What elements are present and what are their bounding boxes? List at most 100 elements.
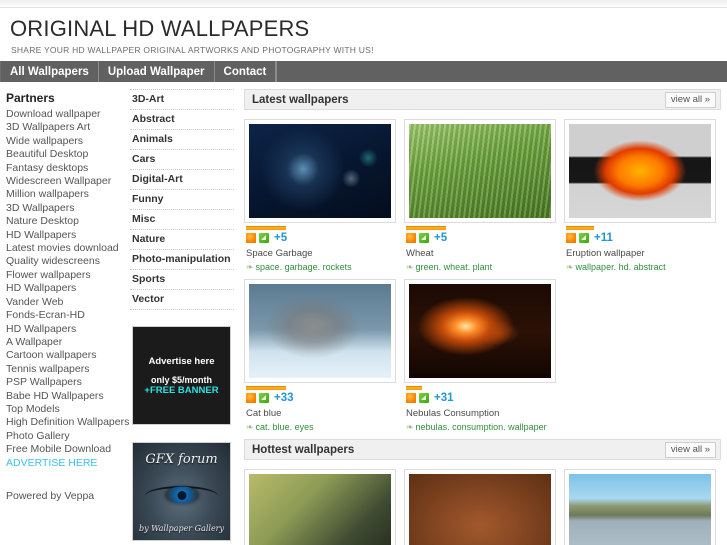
- partner-link[interactable]: Fonds-Ecran-HD: [6, 309, 122, 322]
- download-icon[interactable]: [419, 393, 429, 403]
- category-item-3d-art[interactable]: 3D-Art: [130, 89, 234, 110]
- partner-link[interactable]: HD Wallpapers: [6, 282, 122, 295]
- wallpaper-thumbnail[interactable]: [244, 279, 396, 383]
- partner-link[interactable]: Million wallpapers: [6, 188, 122, 201]
- partner-link[interactable]: Quality widescreens: [6, 255, 122, 268]
- partner-link[interactable]: 3D Wallpapers: [6, 202, 122, 215]
- download-icon[interactable]: [579, 233, 589, 243]
- thumbnail-image: [409, 284, 551, 378]
- wallpaper-thumbnail[interactable]: [244, 469, 396, 545]
- nav-spacer: [276, 61, 727, 82]
- vote-count[interactable]: +5: [434, 232, 447, 244]
- vote-count[interactable]: +33: [274, 392, 294, 404]
- favorite-icon[interactable]: [246, 393, 256, 403]
- nav-item-contact[interactable]: Contact: [215, 61, 277, 82]
- category-item-abstract[interactable]: Abstract: [130, 110, 234, 130]
- rating-bar: [566, 226, 594, 230]
- wallpaper-card: +33 Cat blue ❧ cat. blue. eyes: [244, 279, 396, 433]
- partner-link[interactable]: Download wallpaper: [6, 108, 122, 121]
- thumbnail-image: [569, 474, 711, 545]
- partner-link[interactable]: HD Wallpapers: [6, 229, 122, 242]
- favorite-icon[interactable]: [406, 233, 416, 243]
- section-header: Hottest wallpapers view all »: [244, 439, 721, 460]
- thumbnail-image: [569, 124, 711, 218]
- partner-link[interactable]: Vander Web: [6, 296, 122, 309]
- page-title: ORIGINAL HD WALLPAPERS: [10, 16, 310, 41]
- partner-link[interactable]: Babe HD Wallpapers: [6, 390, 122, 403]
- download-icon[interactable]: [259, 393, 269, 403]
- wallpaper-thumbnail[interactable]: [564, 119, 716, 223]
- eye-icon: [164, 486, 199, 504]
- wallpaper-card: +31 Nebulas Consumption ❧ nebulas. consumpt…: [404, 279, 556, 433]
- wallpaper-thumbnail[interactable]: [404, 469, 556, 545]
- partner-link[interactable]: Top Models: [6, 403, 122, 416]
- category-item-cars[interactable]: Cars: [130, 150, 234, 170]
- category-item-sports[interactable]: Sports: [130, 270, 234, 290]
- partner-link[interactable]: Photo Gallery: [6, 430, 122, 443]
- wallpaper-thumbnail[interactable]: [404, 119, 556, 223]
- partners-sidebar: Partners Download wallpaper 3D Wallpapers…: [0, 82, 129, 502]
- gfx-forum-title: GFX forum: [145, 452, 218, 467]
- tag-list[interactable]: nebulas. consumption. wallpaper: [416, 422, 547, 432]
- category-item-animals[interactable]: Animals: [130, 130, 234, 150]
- favorite-icon[interactable]: [566, 233, 576, 243]
- wallpaper-title[interactable]: Nebulas Consumption: [406, 408, 556, 419]
- partner-link[interactable]: Beautiful Desktop: [6, 148, 122, 161]
- advertise-here-banner[interactable]: Advertise here only $5/month +FREE BANNE…: [132, 326, 231, 425]
- partners-list: Download wallpaper 3D Wallpapers Art Wide …: [6, 108, 129, 470]
- wallpaper-title[interactable]: Wheat: [406, 248, 556, 259]
- partner-link[interactable]: ADVERTISE HERE: [6, 457, 122, 470]
- category-item-funny[interactable]: Funny: [130, 190, 234, 210]
- rating-bar: [246, 226, 286, 230]
- tag-list[interactable]: cat. blue. eyes: [256, 422, 314, 432]
- wallpaper-thumbnail[interactable]: [404, 279, 556, 383]
- partner-link[interactable]: 3D Wallpapers Art: [6, 121, 122, 134]
- tag-list[interactable]: green. wheat. plant: [416, 262, 493, 272]
- thumbnail-image: [409, 124, 551, 218]
- partner-link[interactable]: High Definition Wallpapers: [6, 416, 129, 429]
- download-icon[interactable]: [259, 233, 269, 243]
- wallpaper-title[interactable]: Eruption wallpaper: [566, 248, 716, 259]
- wallpaper-tags: ❧ space. garbage. rockets: [246, 262, 396, 273]
- partner-link[interactable]: Latest movies download: [6, 242, 122, 255]
- tag-list[interactable]: wallpaper. hd. abstract: [576, 262, 666, 272]
- partner-link[interactable]: Nature Desktop: [6, 215, 122, 228]
- partner-link[interactable]: Tennis wallpapers: [6, 363, 122, 376]
- vote-count[interactable]: +31: [434, 392, 454, 404]
- partner-link[interactable]: Widescreen Wallpaper: [6, 175, 122, 188]
- view-all-button[interactable]: view all »: [664, 441, 716, 458]
- partner-link[interactable]: Flower wallpapers: [6, 269, 122, 282]
- tag-list[interactable]: space. garbage. rockets: [256, 262, 352, 272]
- partner-link[interactable]: A Wallpaper: [6, 336, 122, 349]
- download-icon[interactable]: [419, 233, 429, 243]
- partner-link[interactable]: PSP Wallpapers: [6, 376, 122, 389]
- wallpaper-thumbnail[interactable]: [564, 469, 716, 545]
- view-all-button[interactable]: view all »: [664, 91, 716, 108]
- partner-link[interactable]: HD Wallpapers: [6, 323, 122, 336]
- category-item-nature[interactable]: Nature: [130, 230, 234, 250]
- wallpaper-title[interactable]: Cat blue: [246, 408, 396, 419]
- favorite-icon[interactable]: [246, 233, 256, 243]
- partner-link[interactable]: Wide wallpapers: [6, 135, 122, 148]
- partner-link[interactable]: Fantasy desktops: [6, 162, 122, 175]
- partner-link[interactable]: Free Mobile Download: [6, 443, 122, 456]
- category-item-digital-art[interactable]: Digital-Art: [130, 170, 234, 190]
- wallpaper-card: [564, 469, 716, 545]
- card-meta-row: +5: [406, 232, 556, 244]
- wallpaper-card: +11 Eruption wallpaper ❧ wallpaper. hd. abs…: [564, 119, 716, 273]
- wallpaper-title[interactable]: Space Garbage: [246, 248, 396, 259]
- partner-link[interactable]: Cartoon wallpapers: [6, 349, 122, 362]
- category-item-vector[interactable]: Vector: [130, 290, 234, 310]
- vote-count[interactable]: +11: [594, 232, 613, 244]
- vote-count[interactable]: +5: [274, 232, 287, 244]
- gfx-forum-banner[interactable]: GFX forum by Wallpaper Gallery: [132, 442, 231, 541]
- gfx-forum-subtitle: by Wallpaper Gallery: [138, 524, 225, 533]
- favorite-icon[interactable]: [406, 393, 416, 403]
- wallpaper-thumbnail[interactable]: [244, 119, 396, 223]
- nav-item-all-wallpapers[interactable]: All Wallpapers: [0, 61, 99, 82]
- advertise-line-3: +FREE BANNER: [144, 384, 219, 396]
- category-item-misc[interactable]: Misc: [130, 210, 234, 230]
- category-item-photo-manipulation[interactable]: Photo-manipulation: [130, 250, 234, 270]
- nav-item-upload-wallpaper[interactable]: Upload Wallpaper: [99, 61, 215, 82]
- advertise-line-1: Advertise here: [148, 355, 215, 367]
